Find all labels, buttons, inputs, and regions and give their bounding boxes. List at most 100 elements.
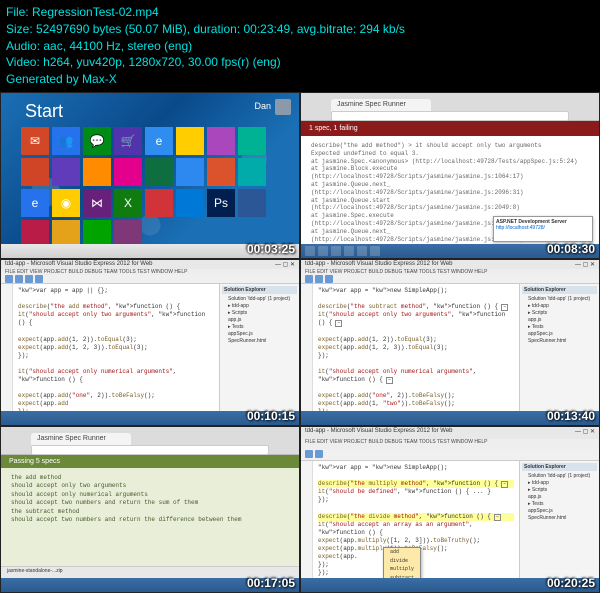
solution-item[interactable]: ▸ Tests [522, 501, 597, 508]
tb-icon[interactable] [305, 275, 313, 283]
code-line[interactable]: }); [18, 352, 214, 360]
code-line[interactable]: it("should be defined", "kw">function ()… [318, 488, 514, 496]
solution-item[interactable]: ▸ tdd-app [222, 303, 297, 310]
solution-item[interactable]: appSpec.js [522, 508, 597, 515]
tile[interactable] [238, 158, 266, 186]
solution-item[interactable]: appSpec.js [222, 331, 297, 338]
tile[interactable]: Ps [207, 189, 235, 217]
code-line[interactable] [18, 384, 214, 392]
tile[interactable] [21, 158, 49, 186]
tile[interactable]: 👥 [52, 127, 80, 155]
tb-icon[interactable] [370, 246, 380, 256]
code-line[interactable]: describe("the add method", "kw">function… [18, 303, 214, 311]
code-line[interactable]: it("should accept an array as an argumen… [318, 521, 514, 537]
solution-item[interactable]: Solution 'tdd-app' (1 project) [522, 473, 597, 480]
code-line[interactable]: expect(app.add [18, 400, 214, 408]
code-line[interactable] [318, 472, 514, 480]
code-line[interactable]: "kw">var app = "kw">new SimpleApp(); [318, 287, 514, 295]
code-line[interactable] [18, 295, 214, 303]
tile[interactable]: X [114, 189, 142, 217]
tb-icon[interactable] [5, 275, 13, 283]
vs-toolbar[interactable] [301, 449, 599, 461]
code-line[interactable] [18, 327, 214, 335]
solution-item[interactable]: Solution 'tdd-app' (1 project) [222, 296, 297, 303]
tile[interactable]: ✉ [21, 127, 49, 155]
tile[interactable] [145, 189, 173, 217]
code-line[interactable] [18, 360, 214, 368]
solution-item[interactable]: SpecRunner.html [222, 338, 297, 345]
tile[interactable] [145, 158, 173, 186]
window-controls[interactable]: — ▢ ✕ [575, 428, 595, 438]
tb-icon[interactable] [318, 246, 328, 256]
solution-item[interactable]: ▸ tdd-app [522, 480, 597, 487]
tile[interactable]: e [21, 189, 49, 217]
code-line[interactable]: expect(app.add("one", 2)).toBeFalsy(); [318, 392, 514, 400]
vs-toolbar[interactable] [301, 275, 599, 284]
code-line[interactable]: expect(app.add(1, "two")).toBeFalsy(); [318, 400, 514, 408]
code-line[interactable]: it("should accept only two arguments", "… [18, 311, 214, 327]
tb-icon[interactable] [305, 450, 313, 458]
solution-item[interactable]: SpecRunner.html [522, 515, 597, 522]
tile[interactable] [83, 158, 111, 186]
solution-item[interactable]: ▸ Scripts [522, 310, 597, 317]
code-line[interactable]: expect(app.add(1, 2)).toEqual(3); [18, 336, 214, 344]
dev-server-popup[interactable]: ASP.NET Development Server http://localh… [493, 216, 593, 242]
vs-menubar[interactable]: FILE EDIT VIEW PROJECT BUILD DEBUG TEAM … [301, 439, 599, 449]
url-bar[interactable] [31, 445, 269, 455]
code-line[interactable] [318, 327, 514, 335]
solution-item[interactable]: ▸ Scripts [522, 487, 597, 494]
tb-icon[interactable] [315, 275, 323, 283]
tile[interactable]: ◉ [52, 189, 80, 217]
code-line[interactable]: expect(app.add(1, 2)).toEqual(3); [318, 336, 514, 344]
code-line[interactable]: expect(app.add("one", 2)).toBeFalsy(); [18, 392, 214, 400]
code-line[interactable]: it("should accept only two arguments", "… [318, 311, 514, 327]
tb-icon[interactable] [331, 246, 341, 256]
code-line[interactable] [318, 504, 514, 512]
tile[interactable]: 🛒 [114, 127, 142, 155]
solution-item[interactable]: ▸ tdd-app [522, 303, 597, 310]
tb-icon[interactable] [315, 450, 323, 458]
code-editor[interactable]: "kw">var app = "kw">new SimpleApp(); des… [313, 461, 519, 582]
code-line[interactable]: it("should accept only numerical argumen… [318, 368, 514, 384]
avatar[interactable] [275, 99, 291, 115]
tile[interactable] [238, 189, 266, 217]
tile[interactable] [207, 158, 235, 186]
window-controls[interactable]: — ▢ ✕ [275, 261, 295, 268]
code-line[interactable]: }); [318, 352, 514, 360]
code-line[interactable]: expect(app.add(1, 2, 3)).toEqual(3); [318, 344, 514, 352]
tile[interactable]: ⋈ [83, 189, 111, 217]
tile[interactable] [238, 127, 266, 155]
tile[interactable] [114, 158, 142, 186]
code-line[interactable]: "kw">var app = "kw">new SimpleApp(); [318, 464, 514, 472]
solution-item[interactable]: ▸ Tests [522, 324, 597, 331]
code-line[interactable]: expect(app.add(1, 2, 3)).toEqual(3); [18, 344, 214, 352]
solution-item[interactable]: ▸ Tests [222, 324, 297, 331]
vs-toolbar[interactable] [1, 275, 299, 284]
code-line[interactable]: "kw">var app = app || {}; [18, 287, 214, 295]
solution-item[interactable]: app.js [222, 317, 297, 324]
tb-icon[interactable] [35, 275, 43, 283]
tb-icon[interactable] [357, 246, 367, 256]
code-line[interactable]: describe("the multiply method", "kw">fun… [318, 480, 514, 488]
tb-icon[interactable] [15, 275, 23, 283]
intellisense-item[interactable]: divide [384, 557, 420, 566]
tb-icon[interactable] [325, 275, 333, 283]
code-editor[interactable]: "kw">var app = "kw">new SimpleApp(); des… [313, 284, 519, 426]
solution-item[interactable]: ▸ Scripts [222, 310, 297, 317]
tb-icon[interactable] [25, 275, 33, 283]
tile[interactable]: e [145, 127, 173, 155]
window-controls[interactable]: — ▢ ✕ [575, 261, 595, 268]
tile[interactable] [176, 127, 204, 155]
tb-icon[interactable] [344, 246, 354, 256]
solution-explorer[interactable]: Solution Explorer Solution 'tdd-app' (1 … [519, 284, 599, 426]
code-line[interactable] [318, 295, 514, 303]
intellisense-item[interactable]: multiply [384, 565, 420, 574]
code-line[interactable] [318, 384, 514, 392]
tile[interactable] [176, 189, 204, 217]
code-line[interactable]: it("should accept only numerical argumen… [18, 368, 214, 384]
code-line[interactable]: expect(app.multiply([1, 2, 3])).toBeTrut… [318, 537, 514, 545]
code-editor[interactable]: "kw">var app = app || {}; describe("the … [13, 284, 219, 426]
solution-item[interactable]: app.js [522, 494, 597, 501]
solution-explorer[interactable]: Solution Explorer Solution 'tdd-app' (1 … [519, 461, 599, 582]
solution-item[interactable]: appSpec.js [522, 331, 597, 338]
